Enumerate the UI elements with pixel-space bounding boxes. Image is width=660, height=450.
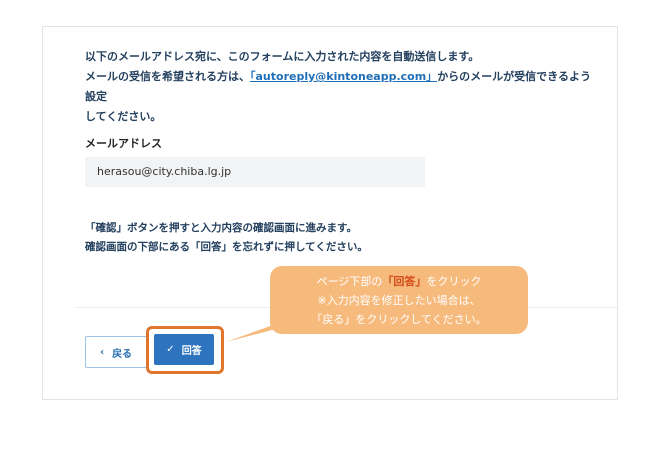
callout-highlight: 「回答」	[382, 275, 427, 288]
confirm-notice-line-1: 「確認」ボタンを押すと入力内容の確認画面に進みます。	[85, 222, 357, 234]
confirm-notice: 「確認」ボタンを押すと入力内容の確認画面に進みます。 確認画面の下部にある「回答…	[85, 219, 545, 257]
callout-line-2: ※入力内容を修正したい場合は、	[317, 294, 481, 307]
notice-line-3: してください。	[85, 110, 162, 123]
callout-line-1: ページ下部の「回答」をクリック	[316, 275, 482, 288]
back-button-label: 戻る	[112, 348, 133, 360]
autoreply-email-link[interactable]: 「autoreply@kintoneapp.com」	[250, 70, 437, 83]
callout-line-3: 「戻る」をクリックしてください。	[311, 313, 487, 326]
callout-bubble: ページ下部の「回答」をクリック ※入力内容を修正したい場合は、 「戻る」をクリッ…	[270, 266, 528, 334]
back-button[interactable]: ‹ 戻る	[85, 336, 147, 368]
notice-line-2: メールの受信を希望される方は、「autoreply@kintoneapp.com…	[85, 70, 591, 103]
email-field[interactable]: herasou@city.chiba.lg.jp	[85, 157, 425, 187]
autoreply-notice: 以下のメールアドレス宛に、このフォームに入力された内容を自動送信します。 メール…	[85, 47, 595, 127]
check-icon: ✓	[166, 344, 175, 355]
answer-button-label: 回答	[181, 346, 202, 357]
confirm-notice-line-2: 確認画面の下部にある「回答」を忘れずに押してください。	[85, 241, 368, 253]
notice-line-1: 以下のメールアドレス宛に、このフォームに入力された内容を自動送信します。	[85, 50, 480, 63]
answer-button[interactable]: ✓ 回答	[154, 334, 214, 365]
chevron-left-icon: ‹	[99, 346, 105, 358]
email-field-label: メールアドレス	[85, 137, 162, 150]
